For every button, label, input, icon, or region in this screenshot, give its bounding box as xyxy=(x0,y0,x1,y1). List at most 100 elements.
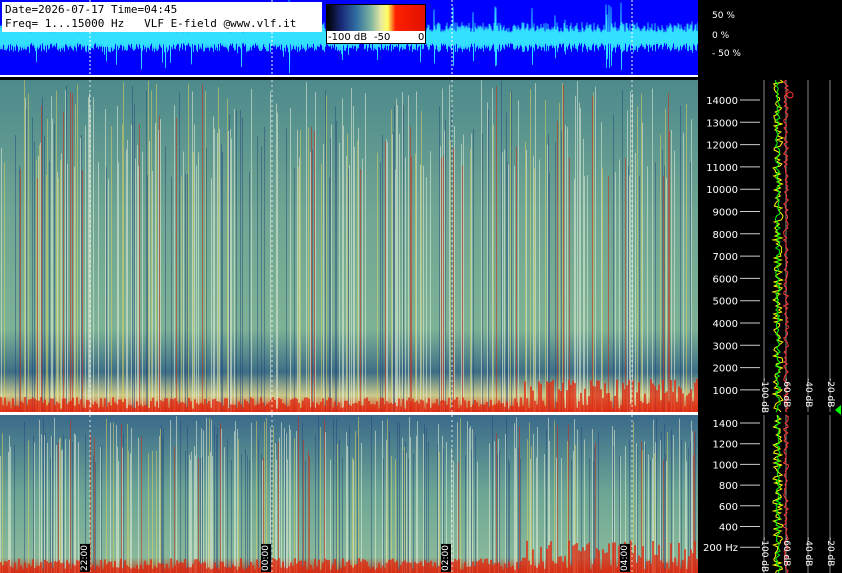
spectrogram-bottom-burst xyxy=(422,566,424,573)
spectrogram-top-burst xyxy=(164,398,166,412)
spectrogram-top-streak xyxy=(206,147,207,413)
spectrogram-top-streak xyxy=(473,129,474,412)
spectrogram-top-streak xyxy=(151,90,152,412)
spectrogram-bottom-streak xyxy=(45,433,46,573)
spectrogram-top-burst xyxy=(100,398,102,412)
spectrogram-top-burst xyxy=(326,400,328,412)
spectrogram-bottom-streak xyxy=(234,431,235,573)
spectrogram-top-streak xyxy=(397,105,398,413)
spectrogram-bottom-burst xyxy=(146,564,148,573)
spectrogram-bottom-streak xyxy=(346,432,347,573)
spectrogram-bottom-streak xyxy=(0,455,1,573)
spectrogram-top-streak xyxy=(663,175,664,412)
spectrogram-top-burst xyxy=(648,403,650,412)
spectrogram-bottom-streak xyxy=(148,453,149,573)
spectrogram-top-streak xyxy=(194,124,195,412)
spectrogram-bottom-streak xyxy=(382,420,383,573)
spectrogram-bottom-burst xyxy=(214,562,216,573)
spectrogram-top-streak xyxy=(36,159,37,412)
spectrogram-top-streak xyxy=(331,124,332,412)
spectrogram-top-streak xyxy=(415,153,416,412)
spectrogram-bottom-streak xyxy=(342,457,343,573)
spectrogram-top-burst xyxy=(678,386,680,412)
spectrogram-bottom-burst xyxy=(12,568,14,573)
spectrogram-top-burst xyxy=(598,380,600,412)
spectrogram-top-streak xyxy=(501,80,502,413)
spectrogram-top-burst xyxy=(44,399,46,412)
spectrogram-bottom-streak xyxy=(251,422,252,573)
spectrogram-top-burst xyxy=(128,405,130,412)
spectrogram-bottom-burst xyxy=(480,558,482,573)
spectrogram-top-streak xyxy=(38,155,39,412)
spectrogram-bottom-burst xyxy=(4,561,6,573)
spectrogram-top-burst xyxy=(328,397,330,412)
spectrogram-top-burst xyxy=(86,400,88,412)
spectrogram-top-burst xyxy=(462,397,464,412)
spectrogram-bottom-streak xyxy=(59,438,60,573)
spectrogram-bottom-burst xyxy=(484,558,486,573)
spectrogram-top-burst xyxy=(424,408,426,412)
spectrogram-bottom-streak xyxy=(505,434,506,573)
spectrogram-top-burst xyxy=(642,402,644,412)
spectrogram-bottom-streak xyxy=(271,443,272,573)
spectrogram-top-burst xyxy=(170,398,172,412)
spectrogram-top-streak xyxy=(569,157,570,412)
spectrogram-bottom-streak xyxy=(402,437,403,573)
spectrogram-top-burst xyxy=(390,402,392,412)
spectrogram-top-streak xyxy=(132,86,133,412)
spectrogram-top-burst xyxy=(580,392,582,412)
spectrogram-top-streak xyxy=(625,157,626,412)
spectrogram-bottom-burst xyxy=(50,562,52,573)
spectrogram-top-streak xyxy=(4,162,5,412)
spectrogram-top-burst xyxy=(548,382,550,412)
spectrogram-top-burst xyxy=(688,393,690,412)
spectrogram-bottom-streak xyxy=(284,428,285,573)
spectrogram-top-burst xyxy=(392,404,394,412)
spectrogram-top-burst xyxy=(126,408,128,412)
spectrogram-bottom-burst xyxy=(230,567,232,573)
spectrogram-bottom-burst xyxy=(590,569,592,573)
spectrogram-bottom-streak xyxy=(336,418,337,573)
spectrogram-top-burst xyxy=(414,402,416,412)
spectrogram-top-streak xyxy=(481,80,482,413)
spectrogram-bottom-burst xyxy=(368,566,370,573)
spectrogram-top-streak xyxy=(147,174,148,412)
spectrogram-top-burst xyxy=(358,400,360,412)
spectrogram-bottom-burst xyxy=(26,568,28,573)
spectrogram-bottom-streak xyxy=(180,421,181,573)
spectrogram-bottom-streak xyxy=(508,458,509,573)
spectrogram-bottom-burst xyxy=(298,561,300,573)
spectrogram-top-burst xyxy=(106,406,108,412)
spectrogram-top-burst xyxy=(2,405,4,412)
spectrogram-top-burst xyxy=(666,391,668,412)
spectrogram-top-streak xyxy=(647,166,648,412)
spectrogram-top-streak xyxy=(444,130,445,412)
spectrogram-bottom-streak xyxy=(75,434,76,573)
spectrogram-bottom-burst xyxy=(292,565,294,573)
spectrogram-top-burst xyxy=(532,390,534,412)
spectrogram-bottom-streak xyxy=(258,438,259,573)
spectrogram-top-burst xyxy=(508,408,510,412)
spectrogram-bottom-streak xyxy=(395,459,396,573)
spectrogram-top-burst xyxy=(58,403,60,412)
spectrogram-top-streak xyxy=(514,165,515,412)
spectrogram-bottom-burst xyxy=(534,566,536,573)
spectrogram-bottom-burst xyxy=(280,567,282,573)
spectrogram-bottom-streak xyxy=(673,434,674,573)
spectrogram-top-burst xyxy=(640,401,642,412)
spectrogram-bottom-streak xyxy=(571,459,572,573)
spectrogram-top-burst xyxy=(488,406,490,412)
spectrogram-bottom-burst xyxy=(586,544,588,573)
spectrogram-bottom-burst xyxy=(312,569,314,573)
spectrogram-top-streak xyxy=(63,111,64,413)
spectrogram-bottom-streak xyxy=(162,437,163,573)
spectrogram-bottom-burst xyxy=(682,560,684,573)
spectrogram-top-burst xyxy=(18,406,20,412)
spectrogram-top-streak xyxy=(149,140,150,412)
spectrogram-bottom-burst xyxy=(584,550,586,573)
spectrogram-bottom-burst xyxy=(636,562,638,573)
spectrogram-bottom-streak xyxy=(95,462,96,573)
freq-axis-bottom-label: 1400 xyxy=(713,419,738,430)
spectrogram-top-burst xyxy=(690,389,692,412)
spectrogram-bottom-streak xyxy=(593,461,594,573)
